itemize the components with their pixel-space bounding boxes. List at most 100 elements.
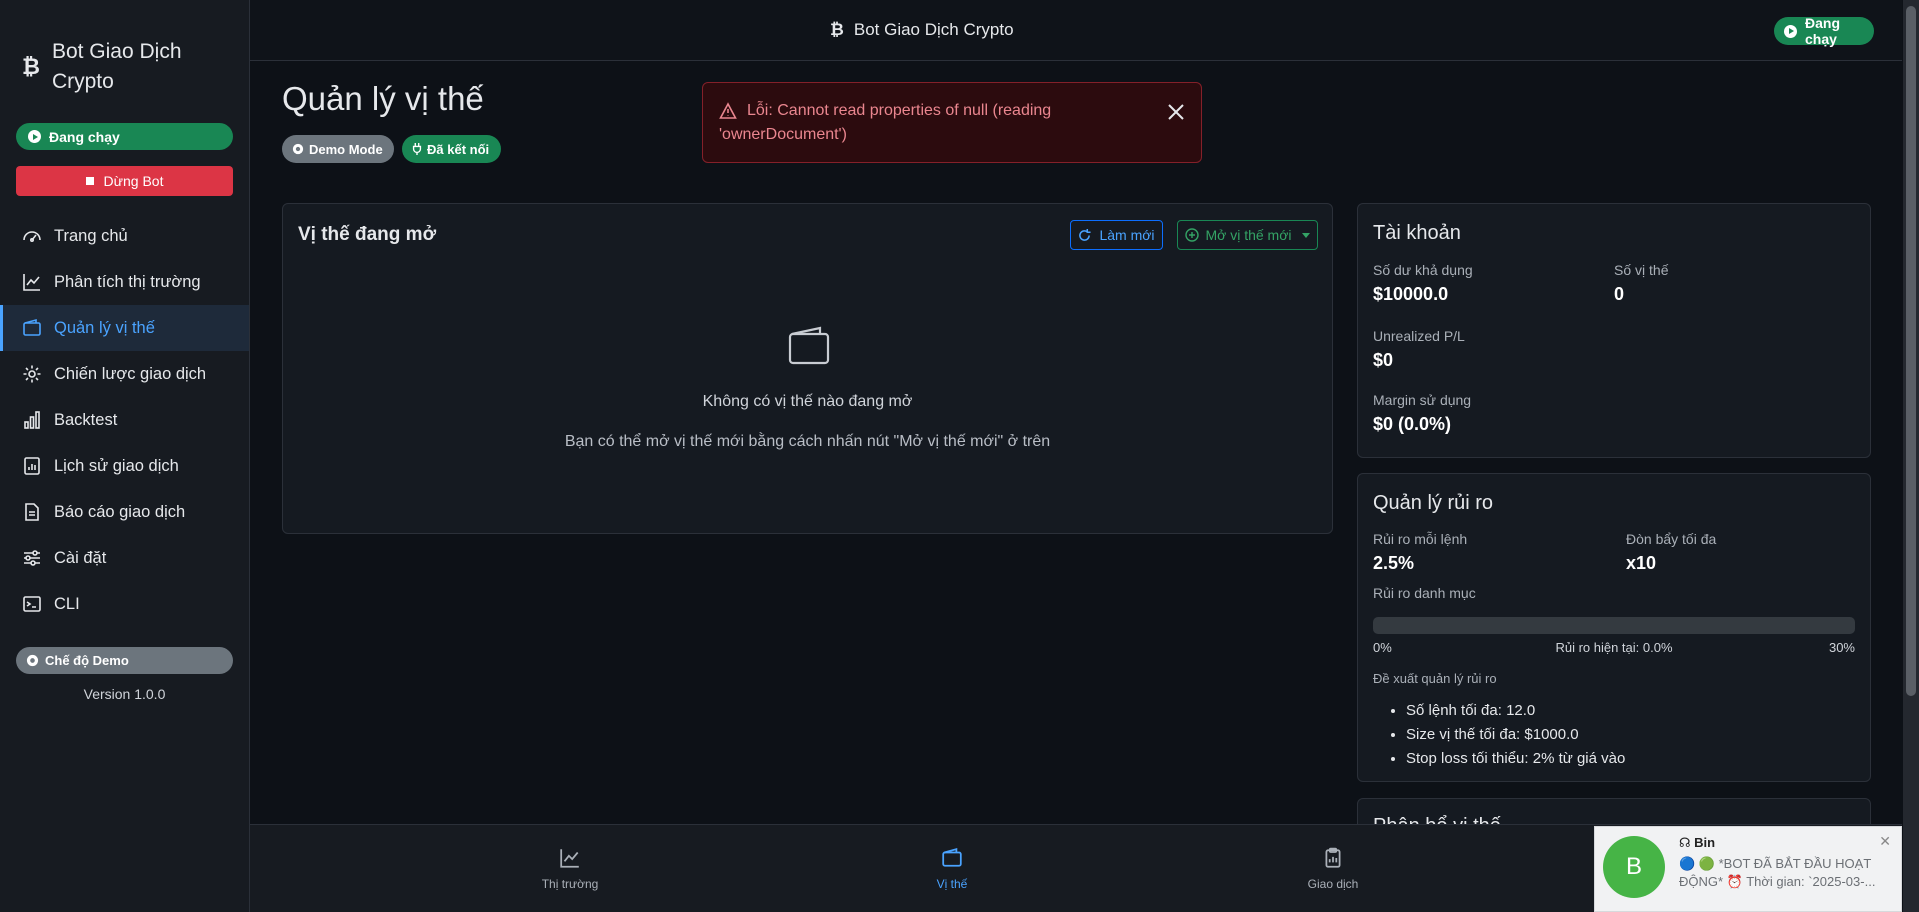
chart-line-icon	[23, 274, 40, 291]
sidebar-item-label: Cài đặt	[54, 548, 107, 567]
error-message: Lỗi: Cannot read properties of null (rea…	[719, 99, 1141, 147]
sidebar-item-backtest[interactable]: Backtest	[0, 397, 249, 443]
brand-name: Bot Giao Dịch Crypto	[51, 40, 182, 93]
wallet-icon	[788, 326, 830, 365]
refresh-button[interactable]: Làm mới	[1070, 220, 1163, 250]
max-leverage-value: x10	[1626, 553, 1657, 573]
bottom-nav-market[interactable]: Thị trường	[510, 847, 630, 891]
bottom-nav-label: Vị thế	[936, 877, 968, 891]
chart-line-icon	[560, 849, 579, 868]
sidebar-item-label: Trang chủ	[54, 226, 128, 245]
terminal-icon	[23, 596, 41, 612]
error-alert: Lỗi: Cannot read properties of null (rea…	[702, 82, 1202, 163]
positions-count-value: 0	[1614, 284, 1625, 304]
list-item: Size vị thế tối đa: $1000.0	[1406, 723, 1625, 747]
bot-status-text: Đang chạy	[49, 128, 120, 145]
bitcoin-icon: ₿	[830, 20, 844, 39]
error-message-line2: 'ownerDocument')	[719, 126, 847, 143]
sidebar-item-history[interactable]: Lịch sử giao dịch	[0, 443, 249, 489]
toast-sender-name: Bin	[1694, 835, 1716, 850]
gear-icon	[23, 365, 41, 383]
chevron-down-icon	[1301, 232, 1310, 238]
sidebar-item-label: Quản lý vị thế	[54, 318, 155, 337]
demo-mode-badge: Chế độ Demo	[16, 647, 233, 674]
warning-icon	[719, 102, 737, 119]
stop-bot-label: Dừng Bot	[103, 173, 164, 189]
open-position-dropdown-button[interactable]: Mở vị thế mới	[1177, 220, 1318, 250]
bottom-nav-positions[interactable]: Vị thế	[892, 847, 1012, 891]
sidebar-item-settings[interactable]: Cài đặt	[0, 535, 249, 581]
sidebar-item-reports[interactable]: Báo cáo giao dịch	[0, 489, 249, 535]
refresh-icon	[1079, 228, 1091, 241]
close-icon[interactable]: ✕	[1879, 833, 1891, 850]
top-bar-title: ₿ Bot Giao Dịch Crypto	[830, 20, 1014, 40]
sidebar-item-cli[interactable]: CLI	[0, 581, 249, 627]
bottom-nav-label: Giao dịch	[1307, 877, 1359, 891]
positions-count-label: Số vị thế	[1614, 262, 1669, 278]
sidebar-nav: Trang chủ Phân tích thị trường Quản lý v…	[0, 213, 249, 627]
sidebar-item-label: Lịch sử giao dịch	[54, 456, 179, 475]
top-bar: ₿ Bot Giao Dịch Crypto Đang chạy	[250, 0, 1902, 61]
connected-badge-text: Đã kết nối	[427, 141, 490, 157]
open-position-button-label: Mở vị thế mới	[1205, 227, 1292, 243]
sidebar: ₿ Bot Giao Dịch Crypto Đang chạy Dừng Bo…	[0, 0, 250, 912]
play-circle-icon	[1784, 24, 1797, 38]
notification-toast[interactable]: B ☊ Bin 🔵 🟢 *BOT ĐÃ BẮT ĐẦU HOẠT ĐỘNG* ⏰…	[1594, 826, 1902, 912]
scale-current: Rủi ro hiện tại: 0.0%	[1555, 640, 1673, 655]
risk-title: Quản lý rủi ro	[1373, 492, 1494, 514]
sliders-icon	[24, 550, 40, 566]
scrollbar-thumb[interactable]	[1906, 6, 1916, 696]
available-balance-label: Số dư khả dụng	[1373, 262, 1473, 278]
speedometer-icon	[23, 231, 41, 243]
top-status-text: Đang chạy	[1805, 15, 1840, 47]
top-bar-title-text: Bot Giao Dịch Crypto	[853, 20, 1014, 39]
bar-chart-icon	[24, 411, 40, 429]
sidebar-item-label: Phân tích thị trường	[54, 272, 201, 291]
page-scrollbar[interactable]	[1903, 0, 1919, 912]
list-item: Số lệnh tối đa: 12.0	[1406, 699, 1625, 723]
sidebar-item-home[interactable]: Trang chủ	[0, 213, 249, 259]
bottom-nav-trading[interactable]: Giao dịch	[1273, 847, 1393, 891]
stop-bot-button[interactable]: Dừng Bot	[16, 166, 233, 196]
page-badges: Demo Mode Đã kết nối	[282, 135, 501, 163]
play-circle-icon	[28, 130, 41, 143]
scale-max: 30%	[1828, 640, 1855, 655]
risk-management-card: Quản lý rủi ro Rủi ro mỗi lệnh 2.5% Đòn …	[1357, 473, 1871, 782]
sidebar-item-label: Báo cáo giao dịch	[54, 502, 186, 521]
account-card: Tài khoản Số dư khả dụng $10000.0 Số vị …	[1357, 203, 1871, 458]
sidebar-item-positions[interactable]: Quản lý vị thế	[0, 305, 249, 351]
available-balance-value: $10000.0	[1373, 284, 1449, 304]
margin-used-label: Margin sử dụng	[1373, 392, 1472, 408]
demo-mode-text: Chế độ Demo	[45, 653, 129, 668]
open-positions-card: Vị thế đang mở Làm mới Mở vị thế mới Khô…	[282, 203, 1333, 534]
toast-sender: ☊ Bin	[1679, 835, 1715, 851]
list-item: Stop loss tối thiểu: 2% từ giá vào	[1406, 747, 1625, 771]
bitcoin-icon: ₿	[22, 54, 40, 79]
connected-badge: Đã kết nối	[402, 135, 501, 163]
unrealized-pl-value: $0	[1373, 350, 1394, 370]
sidebar-item-label: Backtest	[54, 410, 118, 429]
lifebuoy-icon	[292, 143, 304, 155]
sidebar-item-strategies[interactable]: Chiến lược giao dịch	[0, 351, 249, 397]
report-icon	[25, 503, 39, 521]
bottom-nav-label: Thị trường	[541, 877, 599, 891]
account-title: Tài khoản	[1373, 222, 1461, 244]
demo-mode-badge: Demo Mode	[282, 135, 394, 163]
lifebuoy-icon	[26, 654, 39, 667]
refresh-button-label: Làm mới	[1099, 227, 1155, 243]
close-icon[interactable]	[1167, 103, 1185, 121]
clipboard-icon	[1325, 847, 1341, 868]
stop-icon	[85, 177, 94, 185]
risk-recommendations: Số lệnh tối đa: 12.0 Size vị thế tối đa:…	[1406, 699, 1625, 771]
avatar: B	[1603, 836, 1665, 898]
empty-state-title: Không có vị thế nào đang mở	[702, 393, 913, 410]
history-icon	[24, 457, 40, 475]
empty-state-hint: Bạn có thể mở vị thế mới bằng cách nhấn …	[564, 433, 1051, 450]
sidebar-item-market-analysis[interactable]: Phân tích thị trường	[0, 259, 249, 305]
max-leverage-label: Đòn bẩy tối đa	[1626, 531, 1717, 547]
brand[interactable]: ₿ Bot Giao Dịch Crypto	[0, 0, 249, 100]
toast-message: 🔵 🟢 *BOT ĐÃ BẮT ĐẦU HOẠT ĐỘNG* ⏰ Thời gi…	[1679, 856, 1876, 889]
page-title: Quản lý vị thế	[282, 80, 484, 117]
sidebar-item-label: CLI	[54, 594, 80, 613]
wallet-icon	[23, 318, 41, 336]
